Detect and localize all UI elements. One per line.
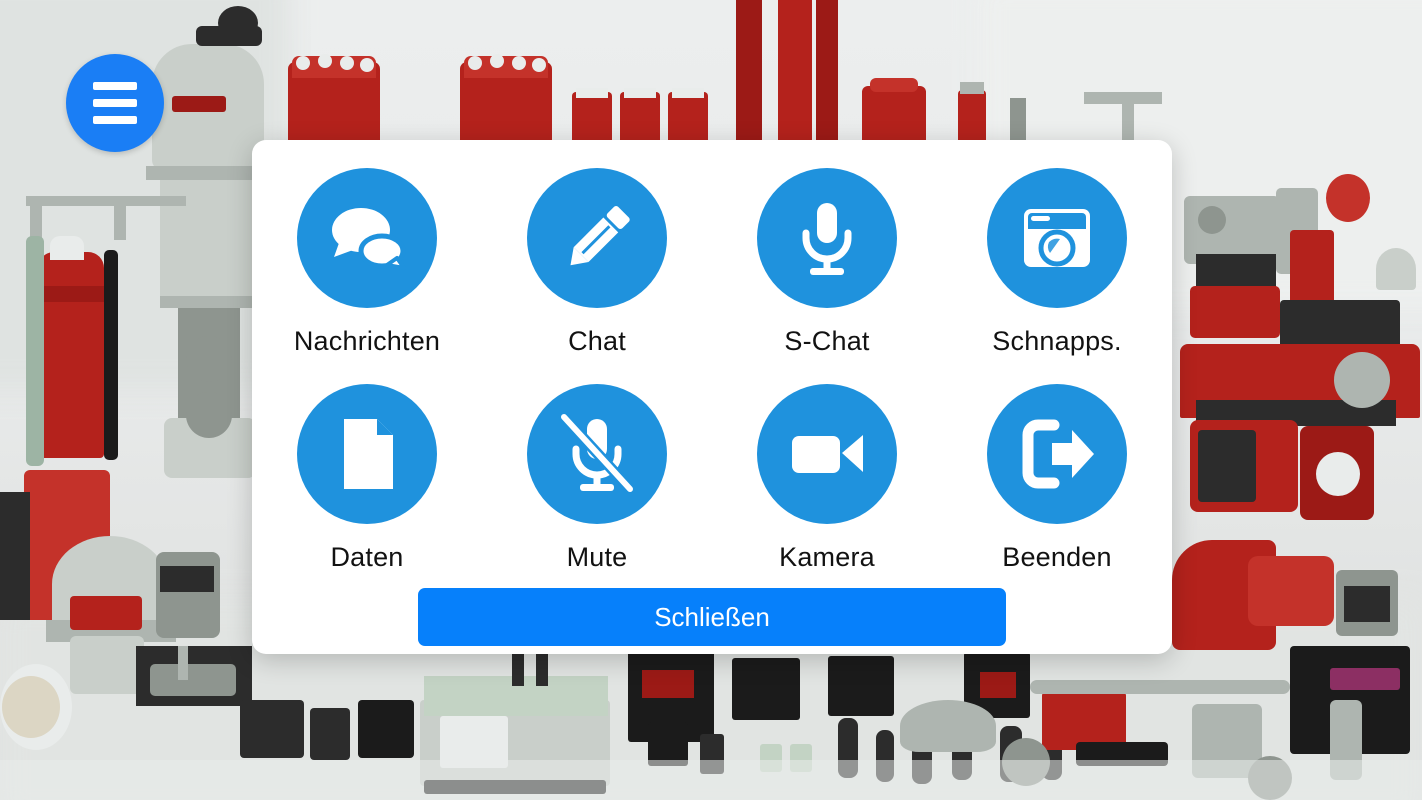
action-kamera[interactable]: Kamera <box>712 384 942 600</box>
action-label: Daten <box>330 542 404 572</box>
chat-bubbles-icon <box>297 168 437 308</box>
action-mute[interactable]: Mute <box>482 384 712 600</box>
hamburger-menu-button[interactable] <box>66 54 164 152</box>
hamburger-icon-bar-3 <box>93 116 137 124</box>
action-menu-dialog: Nachrichten Chat S-Chat Schnapps. Daten … <box>252 140 1172 654</box>
action-label: Kamera <box>779 542 875 572</box>
hamburger-icon-bar-2 <box>93 99 137 107</box>
action-label: Mute <box>566 542 628 572</box>
action-grid: Nachrichten Chat S-Chat Schnapps. Daten … <box>252 168 1172 600</box>
action-schnapps[interactable]: Schnapps. <box>942 168 1172 384</box>
action-label: Chat <box>568 326 626 356</box>
screenshot-camera-icon <box>987 168 1127 308</box>
action-chat[interactable]: Chat <box>482 168 712 384</box>
action-label: Nachrichten <box>293 326 441 356</box>
action-label: S-Chat <box>784 326 870 356</box>
close-button[interactable]: Schließen <box>418 588 1006 646</box>
document-icon <box>297 384 437 524</box>
microphone-icon <box>757 168 897 308</box>
action-label: Schnapps. <box>992 326 1122 356</box>
exit-icon <box>987 384 1127 524</box>
screen: Nachrichten Chat S-Chat Schnapps. Daten … <box>0 0 1422 800</box>
pencil-icon <box>527 168 667 308</box>
action-s-chat[interactable]: S-Chat <box>712 168 942 384</box>
microphone-muted-icon <box>527 384 667 524</box>
action-label: Beenden <box>1002 542 1112 572</box>
action-beenden[interactable]: Beenden <box>942 384 1172 600</box>
action-daten[interactable]: Daten <box>252 384 482 600</box>
video-camera-icon <box>757 384 897 524</box>
hamburger-icon-bar-1 <box>93 82 137 90</box>
action-nachrichten[interactable]: Nachrichten <box>252 168 482 384</box>
